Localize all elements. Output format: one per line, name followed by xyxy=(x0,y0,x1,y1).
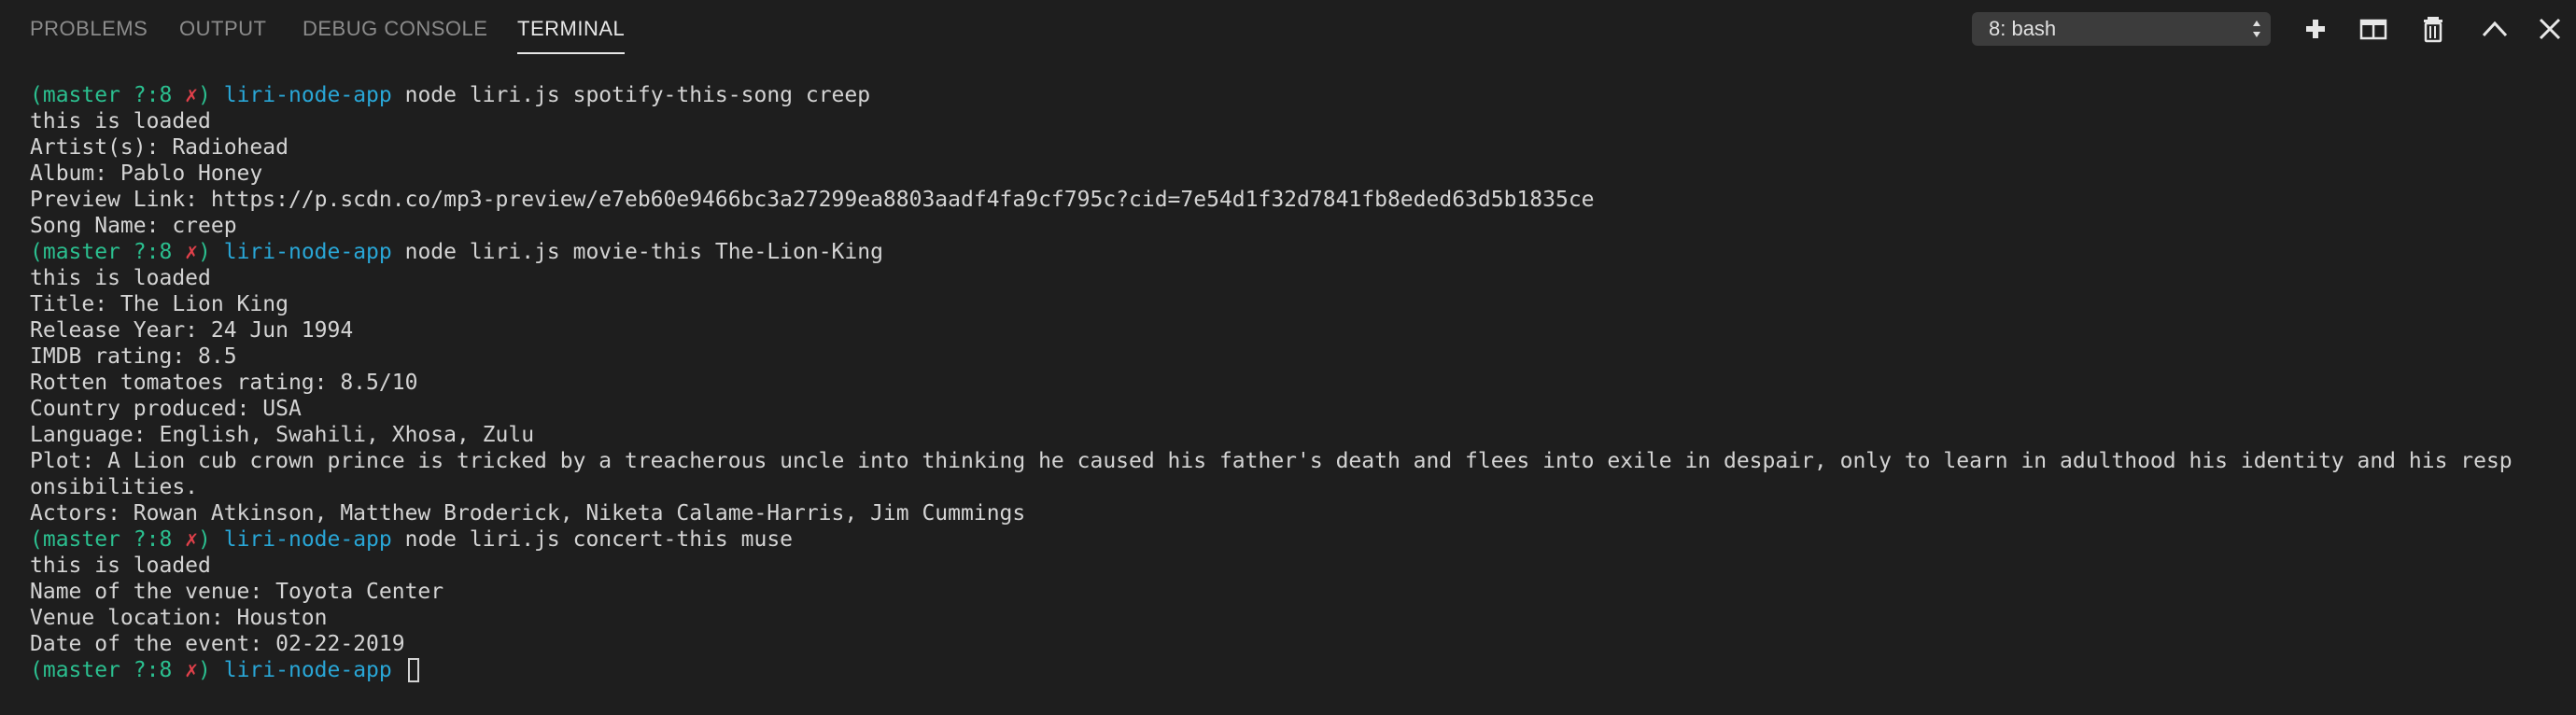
panel-tab-bar: PROBLEMS OUTPUT DEBUG CONSOLE TERMINAL 8… xyxy=(0,0,2576,58)
prompt-close: ) xyxy=(198,83,224,107)
select-arrows-icon xyxy=(2250,17,2263,41)
kill-terminal-button[interactable] xyxy=(2416,13,2450,45)
terminal-panel: PROBLEMS OUTPUT DEBUG CONSOLE TERMINAL 8… xyxy=(0,0,2576,715)
prompt-close: ) xyxy=(198,527,224,552)
prompt-line: (master ?:8 ✗) liri-node-app node liri.j… xyxy=(30,526,2565,553)
terminal-output[interactable]: (master ?:8 ✗) liri-node-app node liri.j… xyxy=(30,82,2565,683)
output-line: this is loaded xyxy=(30,554,211,578)
output-line: IMDB rating: 8.5 xyxy=(30,344,237,369)
split-terminal-button[interactable] xyxy=(2357,13,2390,45)
prompt-directory: liri-node-app xyxy=(223,240,392,264)
prompt-line: (master ?:8 ✗) liri-node-app xyxy=(30,657,2565,683)
prompt-command: node liri.js spotify-this-song creep xyxy=(391,83,871,107)
output-line: Venue location: Houston xyxy=(30,606,328,630)
prompt-dirty-mark: ✗ xyxy=(185,658,199,682)
prompt-directory: liri-node-app xyxy=(223,527,392,552)
output-line: Artist(s): Radiohead xyxy=(30,135,289,160)
prompt-command: node liri.js concert-this muse xyxy=(391,527,794,552)
output-line: Language: English, Swahili, Xhosa, Zulu xyxy=(30,423,535,447)
close-panel-button[interactable] xyxy=(2534,13,2566,45)
tab-problems[interactable]: PROBLEMS xyxy=(30,0,148,58)
tab-terminal[interactable]: TERMINAL xyxy=(517,0,626,58)
trash-icon xyxy=(2416,13,2450,45)
terminal-instance-selected: 8: bash xyxy=(1989,17,2057,40)
tab-debug-console[interactable]: DEBUG CONSOLE xyxy=(303,0,487,58)
output-line: Release Year: 24 Jun 1994 xyxy=(30,318,354,343)
output-line: Preview Link: https://p.scdn.co/mp3-prev… xyxy=(30,188,1595,212)
prompt-branch: (master ?:8 xyxy=(30,658,186,682)
terminal-instance-select[interactable]: 8: bash xyxy=(1972,12,2271,46)
output-line: Title: The Lion King xyxy=(30,292,289,316)
prompt-branch: (master ?:8 xyxy=(30,240,186,264)
prompt-dirty-mark: ✗ xyxy=(185,240,199,264)
output-line: onsibilities. xyxy=(30,475,199,499)
maximize-panel-button[interactable] xyxy=(2478,13,2512,45)
terminal-cursor xyxy=(407,658,419,682)
output-line: Rotten tomatoes rating: 8.5/10 xyxy=(30,371,418,395)
new-terminal-button[interactable] xyxy=(2299,13,2332,45)
output-line: Actors: Rowan Atkinson, Matthew Broderic… xyxy=(30,501,1026,526)
prompt-dirty-mark: ✗ xyxy=(185,83,199,107)
prompt-command xyxy=(392,658,405,682)
prompt-directory: liri-node-app xyxy=(223,83,392,107)
split-icon xyxy=(2357,13,2390,45)
prompt-close: ) xyxy=(198,240,224,264)
output-line: this is loaded xyxy=(30,109,211,133)
prompt-branch: (master ?:8 xyxy=(30,527,186,552)
prompt-branch: (master ?:8 xyxy=(30,83,186,107)
prompt-directory: liri-node-app xyxy=(223,658,392,682)
output-line: Plot: A Lion cub crown prince is tricked… xyxy=(30,449,2513,473)
output-line: Name of the venue: Toyota Center xyxy=(30,580,444,604)
prompt-line: (master ?:8 ✗) liri-node-app node liri.j… xyxy=(30,239,2565,265)
output-line: this is loaded xyxy=(30,266,211,290)
output-line: Date of the event: 02-22-2019 xyxy=(30,632,405,656)
prompt-close: ) xyxy=(198,658,224,682)
prompt-line: (master ?:8 ✗) liri-node-app node liri.j… xyxy=(30,82,2565,108)
close-icon xyxy=(2534,13,2566,45)
plus-icon xyxy=(2299,13,2332,45)
output-line: Country produced: USA xyxy=(30,397,302,421)
output-line: Song Name: creep xyxy=(30,214,237,238)
prompt-dirty-mark: ✗ xyxy=(185,527,199,552)
chevron-up-icon xyxy=(2478,13,2512,45)
prompt-command: node liri.js movie-this The-Lion-King xyxy=(391,240,883,264)
tab-output[interactable]: OUTPUT xyxy=(179,0,266,58)
output-line: Album: Pablo Honey xyxy=(30,161,263,186)
